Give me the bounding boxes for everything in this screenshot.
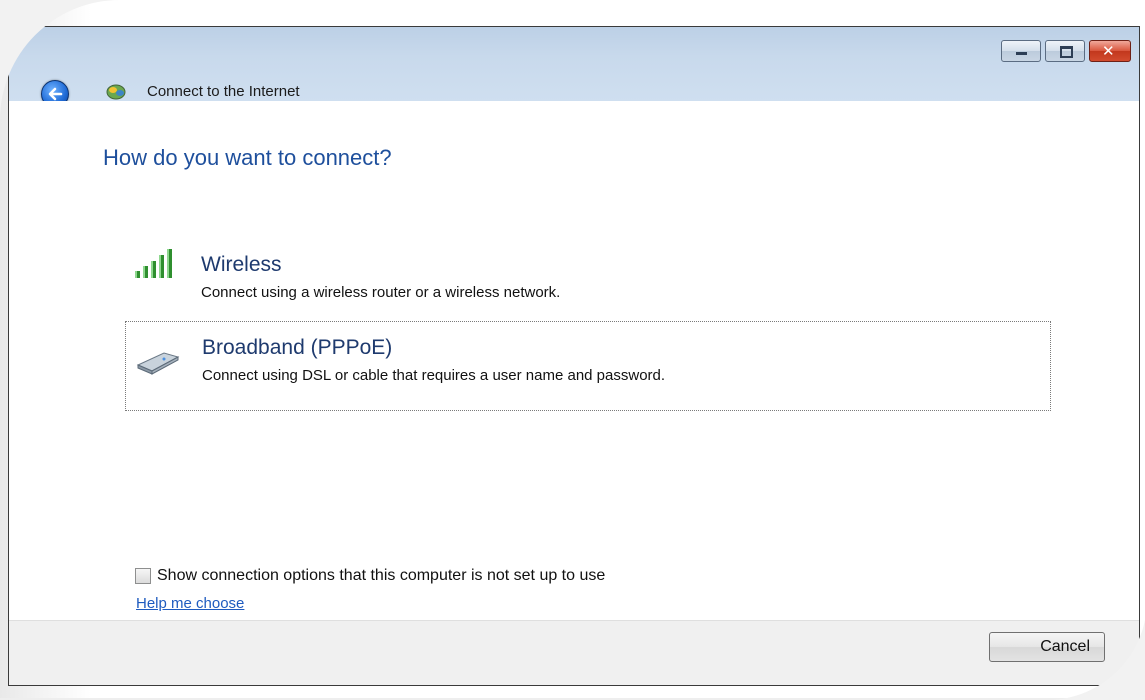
close-icon: ✕ — [1102, 42, 1115, 60]
show-options-checkbox[interactable] — [135, 568, 151, 584]
show-options-label: Show connection options that this comput… — [157, 567, 606, 584]
cancel-button[interactable]: Cancel — [989, 632, 1105, 662]
connect-dialog: Connect to the Internet ✕ How do you wan… — [8, 26, 1140, 686]
option-title: Broadband (PPPoE) — [202, 336, 393, 359]
wizard-content: How do you want to connect? Wireless Con… — [9, 101, 1139, 620]
show-options-checkbox-row[interactable]: Show connection options that this comput… — [135, 567, 605, 585]
page-heading: How do you want to connect? — [103, 145, 392, 170]
window-controls: ✕ — [1001, 40, 1131, 62]
title-bar: Connect to the Internet ✕ — [9, 27, 1139, 108]
maximize-icon — [1060, 46, 1073, 58]
window-title: Connect to the Internet — [147, 83, 300, 100]
signal-bars-icon — [135, 249, 172, 278]
minimize-button[interactable] — [1001, 40, 1041, 62]
dialog-footer: Cancel — [9, 620, 1139, 685]
maximize-button[interactable] — [1045, 40, 1085, 62]
option-broadband[interactable]: Broadband (PPPoE) Connect using DSL or c… — [125, 321, 1051, 411]
close-button[interactable]: ✕ — [1089, 40, 1131, 62]
option-description: Connect using a wireless router or a wir… — [201, 284, 561, 301]
network-globe-icon — [106, 84, 126, 100]
option-description: Connect using DSL or cable that requires… — [202, 367, 666, 384]
help-me-choose-link[interactable]: Help me choose — [136, 595, 244, 612]
minimize-icon — [1016, 52, 1027, 55]
modem-icon — [136, 352, 180, 375]
option-wireless[interactable]: Wireless Connect using a wireless router… — [125, 211, 1049, 301]
option-title: Wireless — [201, 253, 282, 276]
back-arrow-icon — [48, 87, 63, 101]
